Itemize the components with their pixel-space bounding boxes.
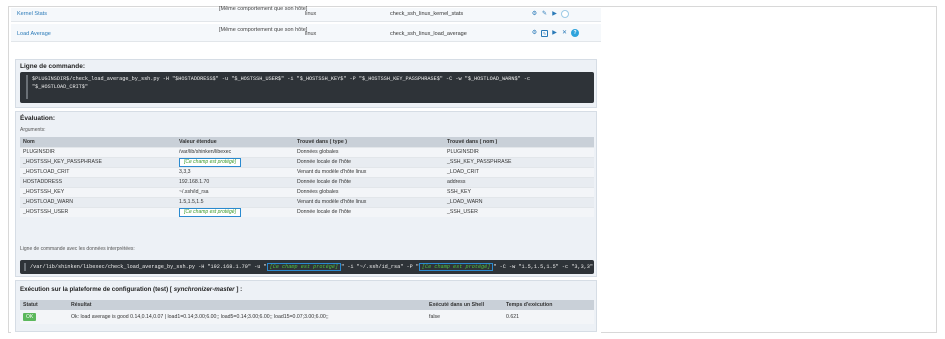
protected-field-badge: [Ce champ est protégé] — [266, 263, 342, 271]
help-icon[interactable]: ? — [571, 29, 579, 37]
row-actions: ⚙ ✎ ▶ ? — [531, 10, 569, 18]
command-part: " -C -w "1.5,1.5,1.5" -c "3,3,3" — [493, 264, 594, 270]
column-header: Résultat — [68, 300, 426, 310]
command-line-box: $PLUGINSDIR$/check_load_average_by_ssh.p… — [20, 72, 594, 103]
interpreted-command-label: Ligne de commande avec les données inter… — [20, 246, 135, 252]
execution-title-prefix: Exécution sur la plateforme de configura… — [20, 286, 172, 293]
evaluation-section: Évaluation: Arguments: Nom Valeur étendu… — [15, 111, 597, 277]
edit-icon[interactable]: ✎ — [541, 29, 548, 37]
check-behavior: [Même comportement que son hôte] — [219, 6, 308, 12]
column-header: Trouvé dans ( nom ) — [444, 137, 594, 147]
arg-value: [Ce champ est protégé] — [176, 156, 294, 167]
command-part: /var/lib/shinken/libexec/check_load_aver… — [30, 264, 267, 270]
arg-source: _SSH_USER — [444, 206, 594, 217]
command-line-section: Ligne de commande: $PLUGINSDIR$/check_lo… — [15, 59, 597, 108]
platform-name: synchronizer-master — [173, 286, 235, 293]
arg-type: Données globales — [294, 146, 444, 157]
arg-source: SSH_KEY — [444, 186, 594, 197]
time-cell: 0.621 — [503, 310, 594, 324]
status-badge: OK — [23, 313, 37, 321]
status-cell: OK — [20, 310, 68, 324]
arg-name: HOSTADDRESS — [20, 176, 176, 187]
table-row: HOSTADDRESS 192.168.1.70 Donnée locale d… — [20, 176, 594, 187]
check-name-link[interactable]: Load Average — [17, 31, 51, 37]
table-row: _HOSTLOAD_CRIT 3,3,3 Venant du modèle d'… — [20, 166, 594, 177]
arg-source: address — [444, 176, 594, 187]
arg-type: Donnée locale de l'hôte — [294, 156, 444, 167]
table-row: PLUGINSDIR /var/lib/shinken/libexec Donn… — [20, 146, 594, 157]
check-command-name: check_ssh_linux_load_average — [390, 31, 467, 37]
shell-cell: false — [426, 310, 503, 324]
check-row-kernel-stats: Kernel Stats [Même comportement que son … — [11, 6, 601, 22]
arg-type: Donnée locale de l'hôte — [294, 176, 444, 187]
arg-name: _HOSTSSH_USER — [20, 206, 176, 217]
interpreted-command-box: /var/lib/shinken/libexec/check_load_aver… — [20, 260, 594, 274]
result-cell: Ok: load average is good 0.14,0.14,0.07 … — [68, 310, 426, 324]
arguments-table: Nom Valeur étendue Trouvé dans ( type ) … — [20, 137, 594, 217]
help-icon[interactable]: ? — [561, 10, 569, 18]
arg-value: [Ce champ est protégé] — [176, 206, 294, 217]
play-icon[interactable]: ▶ — [551, 30, 558, 37]
execution-title-suffix: ] : — [236, 286, 243, 293]
edit-icon[interactable]: ✎ — [541, 11, 548, 18]
column-header: Exécuté dans un Shell — [426, 300, 503, 310]
protected-field-badge: [Ce champ est protégé] — [179, 157, 241, 167]
check-command-name: check_ssh_linux_kernel_stats — [390, 11, 464, 17]
gear-icon[interactable]: ⚙ — [531, 11, 538, 18]
column-header: Nom — [20, 137, 176, 147]
check-detail-panel: Kernel Stats [Même comportement que son … — [11, 6, 601, 333]
command-line-text: $PLUGINSDIR$/check_load_average_by_ssh.p… — [26, 75, 588, 99]
check-behavior: [Même comportement que son hôte] — [219, 27, 308, 33]
arg-value: /var/lib/shinken/libexec — [176, 146, 294, 157]
arg-name: _HOSTSSH_KEY_PASSPHRASE — [20, 156, 176, 167]
command-part: " -i "~/.ssh/id_rsa" -P " — [341, 264, 419, 270]
arg-source: _LOAD_WARN — [444, 196, 594, 207]
check-name-link[interactable]: Kernel Stats — [17, 11, 47, 17]
execution-table: Statut Résultat Exécuté dans un Shell Te… — [20, 300, 594, 324]
interpreted-command-text: /var/lib/shinken/libexec/check_load_aver… — [24, 263, 594, 271]
command-line-title: Ligne de commande: — [20, 63, 86, 70]
protected-field-badge: [Ce champ est protégé] — [179, 207, 241, 217]
execution-title: Exécution sur la plateforme de configura… — [20, 286, 242, 293]
column-header: Valeur étendue — [176, 137, 294, 147]
arg-type: Venant du modèle d'hôte linux — [294, 196, 444, 207]
arg-name: _HOSTLOAD_WARN — [20, 196, 176, 207]
arg-value: 3,3,3 — [176, 166, 294, 177]
arg-source: PLUGINSDIR — [444, 146, 594, 157]
execution-section: Exécution sur la plateforme de configura… — [15, 280, 597, 332]
table-row: OK Ok: load average is good 0.14,0.14,0.… — [20, 310, 594, 324]
table-row: _HOSTSSH_KEY ~/.ssh/id_rsa Données globa… — [20, 186, 594, 197]
table-row: _HOSTLOAD_WARN 1.5,1.5,1.5 Venant du mod… — [20, 196, 594, 207]
column-header: Trouvé dans ( type ) — [294, 137, 444, 147]
arg-type: Donnée locale de l'hôte — [294, 206, 444, 217]
arg-name: PLUGINSDIR — [20, 146, 176, 157]
check-os: linux — [305, 31, 317, 37]
arg-value: 1.5,1.5,1.5 — [176, 196, 294, 207]
arg-source: _LOAD_CRIT — [444, 166, 594, 177]
arg-type: Venant du modèle d'hôte linux — [294, 166, 444, 177]
check-row-load-average: Load Average [Même comportement que son … — [11, 24, 601, 42]
arg-name: _HOSTLOAD_CRIT — [20, 166, 176, 177]
column-header: Temps d'exécution — [503, 300, 594, 310]
arg-value: ~/.ssh/id_rsa — [176, 186, 294, 197]
row-actions: ⚙ ✎ ▶ ✕ ? — [531, 29, 579, 37]
evaluation-title: Évaluation: — [20, 115, 56, 122]
check-os: linux — [305, 11, 317, 17]
arg-source: _SSH_KEY_PASSPHRASE — [444, 156, 594, 167]
gear-icon[interactable]: ⚙ — [531, 30, 538, 37]
arg-type: Données globales — [294, 186, 444, 197]
table-row: _HOSTSSH_KEY_PASSPHRASE [Ce champ est pr… — [20, 156, 594, 167]
play-icon[interactable]: ▶ — [551, 11, 558, 18]
close-icon[interactable]: ✕ — [561, 30, 568, 37]
arguments-label: Arguments: — [20, 127, 46, 133]
table-row: _HOSTSSH_USER [Ce champ est protégé] Don… — [20, 206, 594, 217]
protected-field-badge: [Ce champ est protégé] — [418, 263, 494, 271]
arg-value: 192.168.1.70 — [176, 176, 294, 187]
column-header: Statut — [20, 300, 68, 310]
arg-name: _HOSTSSH_KEY — [20, 186, 176, 197]
